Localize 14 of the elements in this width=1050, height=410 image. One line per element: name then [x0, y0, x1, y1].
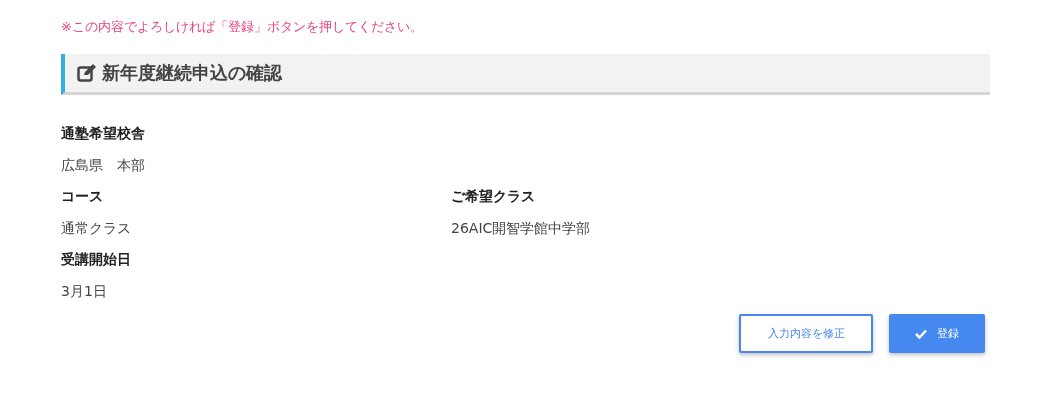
field-label: ご希望クラス	[451, 187, 535, 206]
section-title: 新年度継続申込の確認	[102, 61, 282, 85]
field-label: コース	[61, 187, 103, 206]
check-icon	[915, 328, 927, 339]
edit-button[interactable]: 入力内容を修正	[739, 314, 873, 353]
field-value: 広島県 本部	[61, 156, 145, 175]
notice-text: ※この内容でよろしければ「登録」ボタンを押してください。	[61, 18, 424, 36]
register-button[interactable]: 登録	[889, 314, 985, 353]
field-label: 受講開始日	[61, 250, 131, 269]
field-label: 通塾希望校舎	[61, 124, 145, 143]
edit-icon	[77, 64, 96, 82]
field-value: 26AIC開智学館中学部	[451, 219, 591, 238]
field-value: 通常クラス	[61, 219, 131, 238]
field-value: 3月1日	[61, 282, 107, 301]
